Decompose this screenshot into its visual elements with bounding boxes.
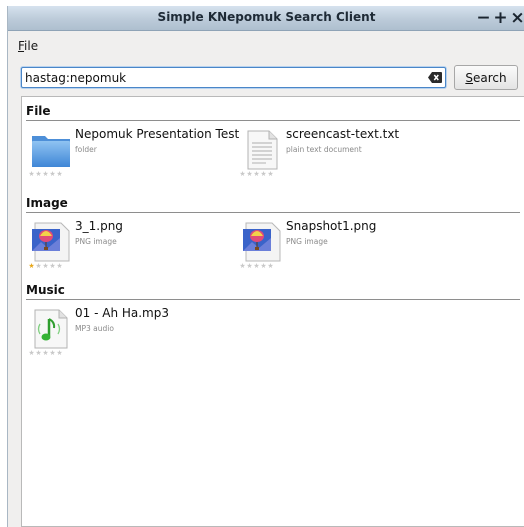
group-header-file: File (26, 101, 520, 121)
result-type: plain text document (286, 145, 362, 154)
result-name: 01 - Ah Ha.mp3 (75, 306, 169, 320)
minimize-button[interactable]: − (476, 8, 491, 28)
rating-star-icon[interactable]: ★ (246, 170, 253, 178)
rating-star-icon[interactable]: ★ (42, 170, 49, 178)
close-button[interactable]: × (510, 8, 524, 28)
rating-star-icon[interactable]: ★ (56, 262, 63, 270)
rating-star-icon[interactable]: ★ (239, 170, 246, 178)
rating-star-icon[interactable]: ★ (28, 262, 35, 270)
result-name: Nepomuk Presentation Test (75, 127, 240, 141)
result-type: MP3 audio (75, 324, 114, 333)
rating-star-icon[interactable]: ★ (42, 349, 49, 357)
results-list[interactable]: File Nepomuk Presentation Test folder ★ ★… (21, 96, 524, 527)
app-window: Simple KNepomuk Search Client − + × File… (7, 6, 524, 527)
rating-star-icon[interactable]: ★ (246, 262, 253, 270)
search-button[interactable]: Search (454, 65, 518, 90)
rating-star-icon[interactable]: ★ (35, 349, 42, 357)
png-image-icon (243, 222, 281, 262)
result-name: screencast-text.txt (286, 127, 400, 141)
png-image-icon (32, 222, 70, 262)
menu-file[interactable]: File (18, 39, 38, 53)
rating-star-icon[interactable]: ★ (253, 170, 260, 178)
rating-star-icon[interactable]: ★ (56, 349, 63, 357)
rating-star-icon[interactable]: ★ (239, 262, 246, 270)
rating-star-icon[interactable]: ★ (49, 170, 56, 178)
rating-star-icon[interactable]: ★ (56, 170, 63, 178)
rating-stars[interactable]: ★ ★ ★ ★ ★ (28, 170, 63, 178)
clear-input-icon[interactable] (428, 72, 442, 83)
result-name: 3_1.png (75, 219, 123, 233)
result-type: folder (75, 145, 97, 154)
rating-star-icon[interactable]: ★ (267, 170, 274, 178)
group-header-image: Image (26, 193, 520, 213)
rating-star-icon[interactable]: ★ (260, 262, 267, 270)
rating-star-icon[interactable]: ★ (49, 349, 56, 357)
result-name: Snapshot1.png (286, 219, 377, 233)
result-type: PNG image (286, 237, 328, 246)
folder-icon (32, 136, 70, 167)
rating-star-icon[interactable]: ★ (28, 349, 35, 357)
rating-star-icon[interactable]: ★ (253, 262, 260, 270)
rating-star-icon[interactable]: ★ (49, 262, 56, 270)
maximize-button[interactable]: + (493, 8, 508, 28)
mp3-audio-icon (34, 309, 68, 349)
rating-stars[interactable]: ★ ★ ★ ★ ★ (239, 262, 274, 270)
rating-stars[interactable]: ★ ★ ★ ★ ★ (28, 349, 63, 357)
search-row: Search (8, 63, 524, 93)
text-document-icon (247, 130, 278, 170)
title-bar[interactable]: Simple KNepomuk Search Client − + × (8, 6, 524, 31)
result-item[interactable]: 3_1.png PNG image ★ ★ ★ ★ ★ (27, 218, 227, 284)
rating-star-icon[interactable]: ★ (42, 262, 49, 270)
rating-star-icon[interactable]: ★ (35, 262, 42, 270)
window-controls: − + × (476, 8, 524, 28)
rating-star-icon[interactable]: ★ (260, 170, 267, 178)
rating-star-icon[interactable]: ★ (28, 170, 35, 178)
group-header-music: Music (26, 280, 520, 300)
rating-star-icon[interactable]: ★ (267, 262, 274, 270)
result-item[interactable]: Snapshot1.png PNG image ★ ★ ★ ★ ★ (238, 218, 438, 284)
rating-star-icon[interactable]: ★ (35, 170, 42, 178)
menu-bar: File (8, 32, 524, 60)
result-type: PNG image (75, 237, 117, 246)
result-item[interactable]: screencast-text.txt plain text document … (238, 126, 438, 192)
result-item[interactable]: 01 - Ah Ha.mp3 MP3 audio ★ ★ ★ ★ ★ (27, 305, 227, 371)
window-title: Simple KNepomuk Search Client (157, 10, 376, 24)
rating-stars[interactable]: ★ ★ ★ ★ ★ (28, 262, 63, 270)
rating-stars[interactable]: ★ ★ ★ ★ ★ (239, 170, 274, 178)
search-input[interactable] (21, 67, 446, 88)
result-item[interactable]: Nepomuk Presentation Test folder ★ ★ ★ ★ ★ (27, 126, 239, 192)
